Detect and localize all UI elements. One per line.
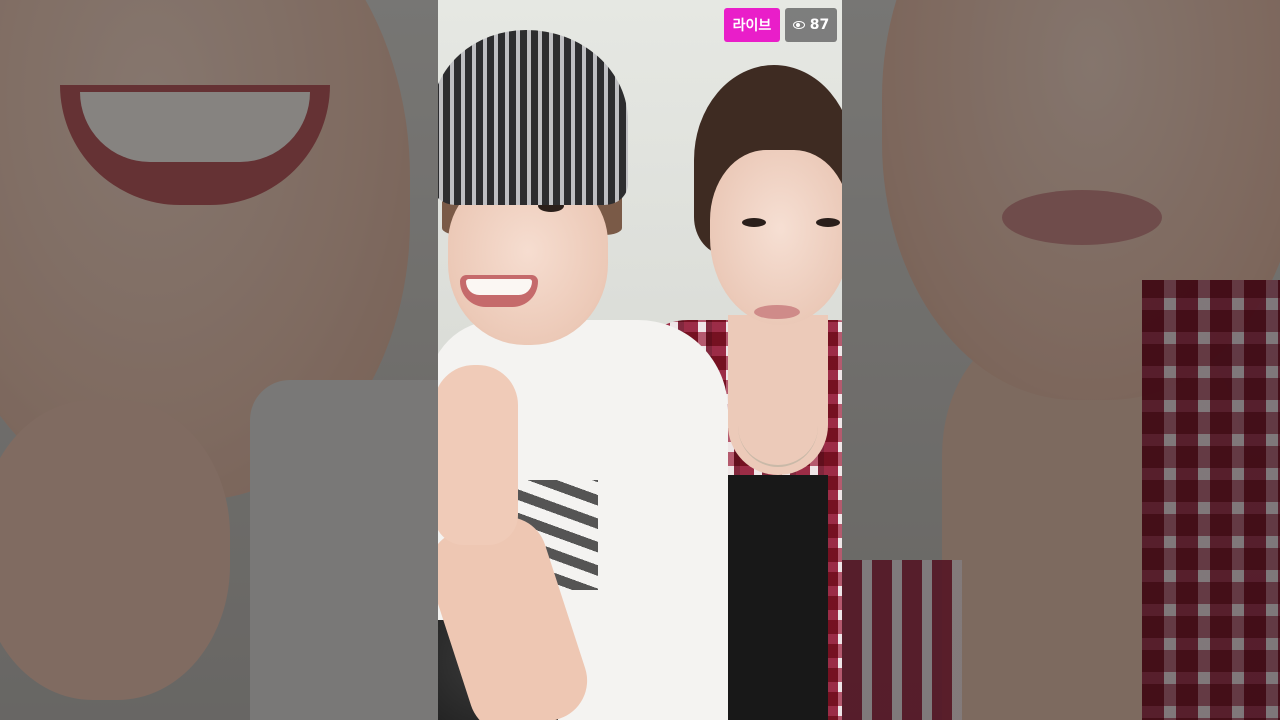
viewer-count-badge: 87 <box>785 8 837 42</box>
live-badge: 라이브 <box>724 8 780 42</box>
blurred-background-left <box>0 0 438 720</box>
blurred-background-right <box>842 0 1280 720</box>
viewer-count: 87 <box>809 17 830 33</box>
live-badge-label: 라이브 <box>732 18 772 34</box>
eye-icon <box>792 21 805 29</box>
live-video[interactable] <box>438 0 842 720</box>
